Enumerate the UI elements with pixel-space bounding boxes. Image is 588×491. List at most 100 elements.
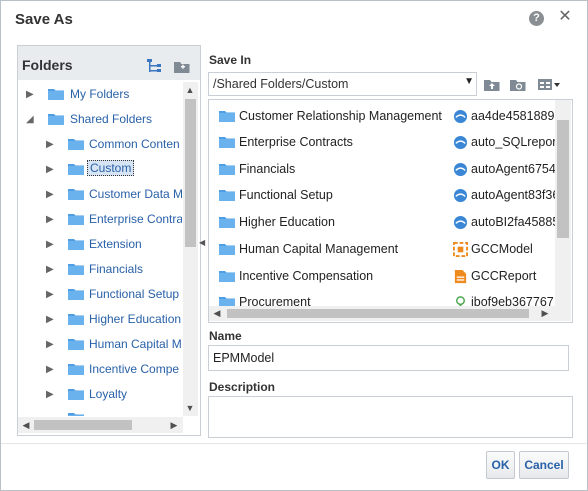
tree-item-label: Shared Folders (70, 112, 153, 126)
list-item-label: Functional Setup (239, 188, 333, 202)
scroll-thumb[interactable] (185, 99, 196, 247)
list-item[interactable]: auto_SQLrepor (453, 132, 555, 154)
folder-icon (68, 264, 84, 275)
scroll-right-icon[interactable]: ▶ (539, 307, 551, 319)
expand-arrow-icon[interactable]: ▶ (46, 339, 56, 351)
list-item-label: auto_SQLrepor (471, 135, 555, 149)
folder-icon (219, 217, 235, 228)
list-item[interactable]: aa4de4581889 (453, 106, 555, 128)
save-in-path-select[interactable]: /Shared Folders/Custom ▼ (208, 72, 477, 96)
expand-arrow-icon[interactable]: ▶ (46, 239, 56, 251)
folder-icon (219, 190, 235, 201)
folders-header: Folders (18, 46, 200, 80)
folder-icon (219, 164, 235, 175)
list-item[interactable]: autoAgent6754 (453, 159, 555, 181)
description-label: Description (209, 380, 276, 394)
list-item[interactable]: autoAgent83f36 (453, 185, 555, 207)
list-item-label: Higher Education (239, 215, 335, 229)
list-item-label: Financials (239, 162, 296, 176)
close-icon[interactable]: ✕ (557, 9, 573, 25)
folder-icon (219, 111, 235, 122)
scroll-left-icon[interactable]: ◀ (20, 419, 32, 431)
folder-icon (68, 189, 84, 200)
new-folder-icon[interactable] (173, 58, 191, 74)
tree-item-label: Custom (87, 160, 135, 176)
folder-icon (68, 339, 84, 350)
name-input[interactable] (208, 345, 569, 371)
tree-item-label: Extension (89, 237, 142, 251)
folder-icon (68, 139, 84, 150)
report-icon (454, 269, 467, 284)
list-item-label: Human Capital Management (239, 242, 399, 256)
expand-arrow-icon[interactable]: ▶ (46, 189, 56, 201)
list-item-label: GCCReport (471, 269, 537, 283)
agent-icon (453, 188, 468, 203)
tree-item-label: Functional Setup (89, 287, 180, 301)
agent-icon (453, 162, 468, 177)
expand-arrow-icon[interactable]: ▶ (46, 289, 56, 301)
folder-icon (68, 289, 84, 300)
scroll-thumb[interactable] (557, 120, 569, 238)
list-item-label: aa4de4581889 (471, 109, 555, 123)
collapse-panel-icon[interactable]: ◀ (199, 237, 205, 249)
expand-arrow-icon[interactable]: ▶ (46, 139, 56, 151)
tree-item-label: Higher Education (89, 312, 182, 326)
file-list: Customer Relationship Management Enterpr… (208, 99, 573, 323)
folder-icon (68, 214, 84, 225)
cancel-button[interactable]: Cancel (519, 451, 569, 479)
ok-button[interactable]: OK (486, 451, 515, 479)
tree-item-label: Financials (89, 262, 144, 276)
tree-vertical-scrollbar[interactable]: ▲ ▼ (183, 82, 198, 416)
tree-view-icon[interactable] (146, 58, 162, 74)
tree-item-label: Human Capital M (89, 337, 182, 351)
view-mode-icon[interactable] (537, 76, 561, 92)
list-item-label: GCCModel (471, 242, 533, 256)
expand-arrow-icon[interactable]: ▶ (46, 164, 56, 176)
chevron-down-icon[interactable]: ▼ (464, 76, 474, 87)
list-item-label: autoAgent6754 (471, 162, 555, 176)
tree-horizontal-scrollbar[interactable]: ◀ ▶ (18, 417, 183, 433)
list-vertical-scrollbar[interactable] (555, 100, 571, 306)
list-horizontal-scrollbar[interactable]: ◀ ▶ (209, 306, 571, 321)
tree-item-label: Customer Data M (89, 187, 182, 201)
up-folder-icon[interactable] (483, 76, 501, 92)
folders-title: Folders (22, 57, 73, 73)
folder-tree: ▶ My Folders ◢ Shared Folders ▶ Common C… (18, 82, 182, 416)
expand-arrow-icon[interactable]: ▶ (46, 214, 56, 226)
tree-item-label: My Folders (70, 87, 130, 101)
folder-icon (219, 137, 235, 148)
expand-arrow-icon[interactable]: ▶ (26, 89, 36, 101)
folder-icon (68, 239, 84, 250)
save-as-dialog: Save As ? ✕ Folders ▶ My Folders ◢ Share… (0, 0, 588, 491)
expand-arrow-icon[interactable]: ▶ (46, 389, 56, 401)
expand-arrow-icon[interactable]: ▶ (46, 264, 56, 276)
scroll-up-icon[interactable]: ▲ (184, 84, 196, 96)
list-item-label: autoAgent83f36 (471, 188, 555, 202)
list-item[interactable]: GCCReport (453, 266, 555, 288)
scroll-down-icon[interactable]: ▼ (184, 402, 196, 414)
list-item[interactable]: GCCModel (453, 239, 555, 261)
question-icon[interactable]: ? (529, 11, 544, 26)
folder-icon (68, 314, 84, 325)
dialog-title: Save As (15, 11, 73, 28)
folder-icon (68, 364, 84, 375)
save-in-path-value: /Shared Folders/Custom (213, 77, 349, 91)
dialog-titlebar: Save As ? ✕ (1, 1, 587, 37)
new-folder-icon[interactable] (509, 76, 527, 92)
collapse-arrow-icon[interactable]: ◢ (26, 114, 36, 126)
tree-item-label: Incentive Compe (89, 362, 180, 376)
agent-icon (453, 135, 468, 150)
scroll-thumb[interactable] (34, 420, 132, 430)
folder-icon (48, 89, 64, 100)
description-input[interactable] (208, 396, 573, 438)
tree-item-label: Common Conten (89, 137, 180, 151)
expand-arrow-icon[interactable]: ▶ (46, 364, 56, 376)
folder-icon (48, 114, 64, 125)
expand-arrow-icon[interactable]: ▶ (46, 314, 56, 326)
folder-icon (68, 164, 84, 175)
folder-icon (68, 389, 84, 400)
scroll-thumb[interactable] (227, 309, 529, 318)
list-item[interactable]: autoBI2fa45885 (453, 212, 555, 234)
scroll-right-icon[interactable]: ▶ (168, 419, 180, 431)
scroll-left-icon[interactable]: ◀ (211, 307, 223, 319)
